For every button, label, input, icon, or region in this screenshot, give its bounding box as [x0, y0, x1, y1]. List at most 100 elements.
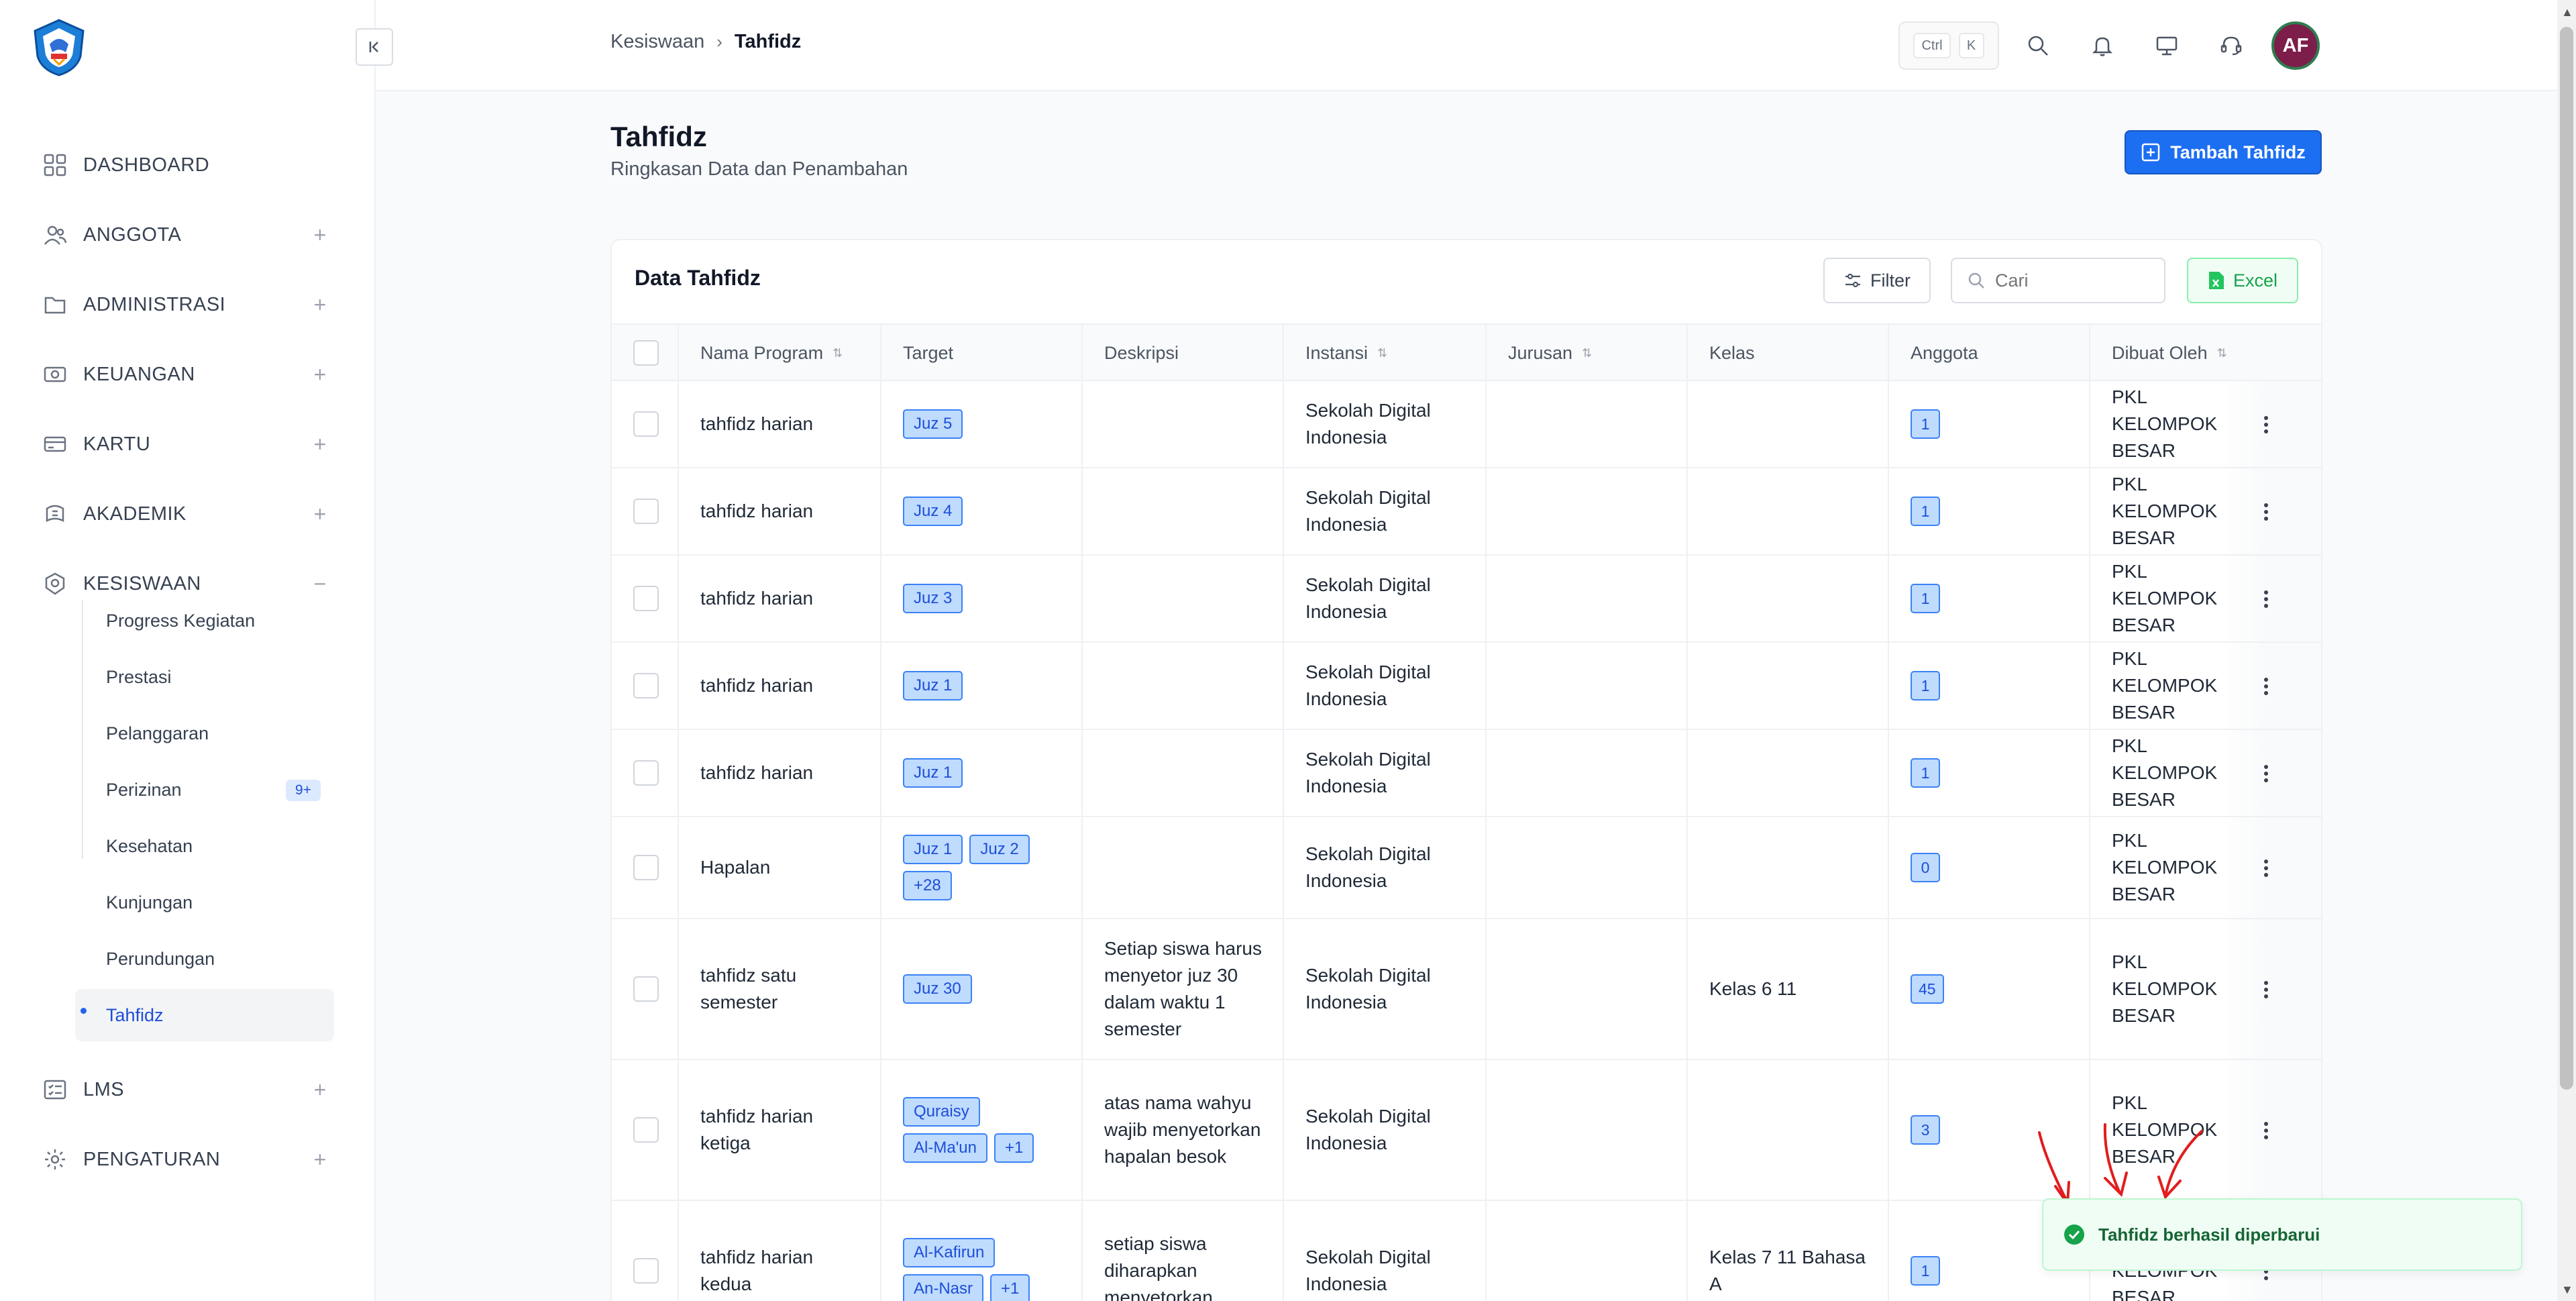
- sub-item-label: Kesehatan: [106, 835, 193, 856]
- arrow-annotation-icon: [2038, 1131, 2069, 1204]
- column-header-dibuat-oleh[interactable]: Dibuat Oleh ⇅: [2090, 325, 2321, 381]
- cell-anggota: 1: [1889, 468, 2090, 554]
- anggota-badge[interactable]: 1: [1911, 1256, 1940, 1286]
- deskripsi-text: setiap siswa diharapkan menyetorkan: [1104, 1233, 1213, 1301]
- anggota-badge[interactable]: 45: [1911, 974, 1944, 1004]
- search-input[interactable]: [1995, 270, 2156, 291]
- cell-dibuat-oleh: PKL KELOMPOK BESAR: [2090, 381, 2321, 467]
- anggota-badge[interactable]: 1: [1911, 671, 1940, 700]
- breadcrumb-kesiswaan[interactable]: Kesiswaan: [610, 31, 704, 53]
- expand-icon: +: [313, 1077, 327, 1102]
- page-scrollbar[interactable]: ▲ ▼: [2557, 0, 2576, 1301]
- sidebar-sub-progress-kegiatan[interactable]: Progress Kegiatan: [83, 600, 331, 641]
- row-actions-button[interactable]: [2253, 1117, 2279, 1144]
- filter-button[interactable]: Filter: [1823, 258, 1931, 303]
- cell-kelas: [1688, 468, 1889, 554]
- row-actions-button[interactable]: [2253, 855, 2279, 882]
- sidebar-collapse-button[interactable]: [356, 28, 393, 66]
- row-checkbox[interactable]: [633, 976, 659, 1002]
- table-row[interactable]: tahfidz harian Juz 1 Sekolah Digital Indon…: [612, 730, 2321, 817]
- anggota-badge[interactable]: 0: [1911, 853, 1940, 882]
- command-palette-shortcut[interactable]: Ctrl K: [1898, 21, 1999, 70]
- avatar[interactable]: AF: [2271, 21, 2320, 70]
- sidebar-item-kartu[interactable]: KARTU +: [42, 424, 330, 464]
- row-select-cell: [612, 919, 679, 1059]
- row-select-cell: [612, 643, 679, 729]
- cell-jurusan: [1487, 730, 1688, 816]
- anggota-badge[interactable]: 3: [1911, 1115, 1940, 1145]
- row-checkbox[interactable]: [633, 411, 659, 437]
- row-checkbox[interactable]: [633, 1258, 659, 1284]
- cell-deskripsi: [1083, 556, 1284, 641]
- monitor-icon[interactable]: [2151, 30, 2183, 62]
- sidebar-sub-perizinan[interactable]: Perizinan 9+: [83, 769, 331, 811]
- sidebar-sub-pelanggaran[interactable]: Pelanggaran: [83, 713, 331, 754]
- sidebar-sub-kesehatan[interactable]: Kesehatan: [83, 825, 331, 867]
- target-tag: Juz 1: [903, 835, 963, 864]
- target-tag: Al-Kafirun: [903, 1238, 996, 1267]
- anggota-badge[interactable]: 1: [1911, 497, 1940, 526]
- row-actions-button[interactable]: [2253, 586, 2279, 613]
- row-checkbox[interactable]: [633, 499, 659, 524]
- sidebar-item-dashboard[interactable]: DASHBOARD: [42, 145, 330, 185]
- row-checkbox[interactable]: [633, 586, 659, 611]
- table-row[interactable]: tahfidz harian Juz 3 Sekolah Digital Indon…: [612, 556, 2321, 643]
- cell-kelas: [1688, 1060, 1889, 1200]
- anggota-badge[interactable]: 1: [1911, 409, 1940, 439]
- row-checkbox[interactable]: [633, 760, 659, 786]
- sidebar-sub-perundungan[interactable]: Perundungan: [83, 938, 331, 980]
- column-header-instansi[interactable]: Instansi ⇅: [1284, 325, 1487, 381]
- cell-dibuat-oleh: PKL KELOMPOK BESAR: [2090, 817, 2321, 918]
- table-row[interactable]: tahfidz harian Juz 1 Sekolah Digital Indon…: [612, 643, 2321, 730]
- column-header-nama-program[interactable]: Nama Program ⇅: [679, 325, 881, 381]
- sidebar-item-administrasi[interactable]: ADMINISTRASI +: [42, 284, 330, 325]
- sidebar-item-pengaturan[interactable]: PENGATURAN +: [42, 1139, 330, 1180]
- sort-icon: ⇅: [833, 346, 843, 360]
- search-icon[interactable]: [2022, 30, 2054, 62]
- sidebar-item-kesiswaan[interactable]: KESISWAAN −: [42, 564, 330, 604]
- row-checkbox[interactable]: [633, 673, 659, 698]
- row-select-cell: [612, 1201, 679, 1301]
- column-header-jurusan[interactable]: Jurusan ⇅: [1487, 325, 1688, 381]
- scroll-up-icon[interactable]: ▲: [2561, 5, 2573, 19]
- row-actions-button[interactable]: [2253, 411, 2279, 438]
- sub-item-label: Perizinan: [106, 779, 182, 800]
- sidebar-item-anggota[interactable]: ANGGOTA +: [42, 215, 330, 255]
- excel-label: Excel: [2233, 270, 2278, 291]
- sidebar-item-keuangan[interactable]: KEUANGAN +: [42, 354, 330, 395]
- select-all-checkbox[interactable]: [633, 340, 659, 366]
- table-row[interactable]: tahfidz harian Juz 5 Sekolah Digital Indon…: [612, 381, 2321, 468]
- scroll-thumb[interactable]: [2560, 27, 2573, 1090]
- scroll-down-icon[interactable]: ▼: [2561, 1283, 2573, 1297]
- breadcrumb: Kesiswaan › Tahfidz: [610, 31, 801, 53]
- add-tahfidz-button[interactable]: Tambah Tahfidz: [2125, 130, 2322, 174]
- target-tag: Juz 1: [903, 758, 963, 788]
- row-checkbox[interactable]: [633, 855, 659, 880]
- row-actions-button[interactable]: [2253, 976, 2279, 1003]
- cell-deskripsi: [1083, 730, 1284, 816]
- sidebar-sub-kunjungan[interactable]: Kunjungan: [83, 882, 331, 923]
- excel-export-button[interactable]: Excel: [2187, 258, 2298, 303]
- sidebar-item-lms[interactable]: LMS +: [42, 1070, 330, 1110]
- sidebar-item-akademik[interactable]: AKADEMIK +: [42, 494, 330, 534]
- anggota-badge[interactable]: 1: [1911, 758, 1940, 788]
- row-actions-button[interactable]: [2253, 673, 2279, 700]
- table-row[interactable]: tahfidz harian Juz 4 Sekolah Digital Indon…: [612, 468, 2321, 556]
- cell-kelas: [1688, 817, 1889, 918]
- cell-target: Juz 5: [881, 381, 1083, 467]
- logo[interactable]: [30, 17, 89, 76]
- table-row[interactable]: tahfidz satu semester Juz 30 Setiap siswa …: [612, 919, 2321, 1060]
- support-icon[interactable]: [2215, 30, 2247, 62]
- table-row[interactable]: Hapalan Juz 1 Juz 2 +28 Sekolah Digital Indo…: [612, 817, 2321, 919]
- row-actions-button[interactable]: [2253, 499, 2279, 525]
- sidebar-sub-prestasi[interactable]: Prestasi: [83, 656, 331, 698]
- more-vertical-icon: [2264, 981, 2268, 998]
- target-tag: Juz 1: [903, 671, 963, 700]
- cell-jurusan: [1487, 1060, 1688, 1200]
- sidebar-sub-tahfidz[interactable]: Tahfidz: [75, 989, 334, 1041]
- row-actions-button[interactable]: [2253, 760, 2279, 787]
- bell-icon[interactable]: [2086, 30, 2118, 62]
- anggota-badge[interactable]: 1: [1911, 584, 1940, 613]
- cell-instansi: Sekolah Digital Indonesia: [1284, 468, 1487, 554]
- row-checkbox[interactable]: [633, 1117, 659, 1143]
